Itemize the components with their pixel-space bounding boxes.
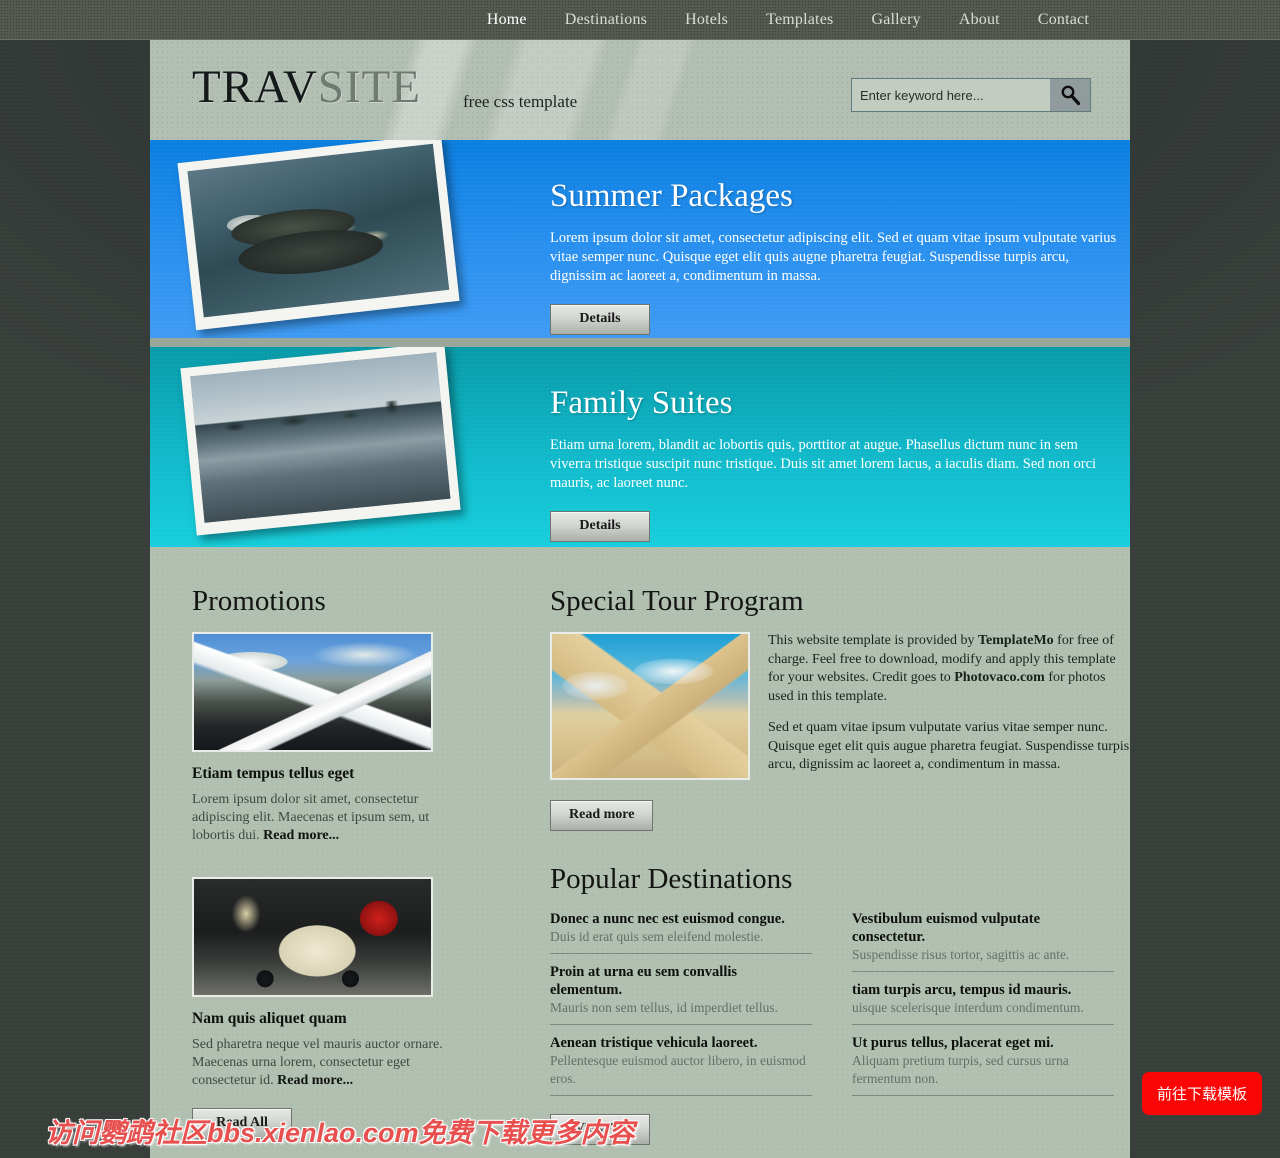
photo-inner bbox=[190, 352, 451, 523]
destination-title: tiam turpis arcu, tempus id mauris. bbox=[852, 981, 1072, 998]
destination-desc: Mauris non sem tellus, id imperdiet tell… bbox=[550, 999, 778, 1015]
destination-item[interactable]: Vestibulum euismod vulputate consectetur… bbox=[852, 910, 1114, 972]
banner-summer-packages: Summer Packages Lorem ipsum dolor sit am… bbox=[150, 140, 1130, 338]
search-box bbox=[851, 78, 1091, 112]
templatemo-link[interactable]: TemplateMo bbox=[978, 633, 1054, 648]
banner-family-suites: Family Suites Etiam urna lorem, blandit … bbox=[150, 347, 1130, 547]
destination-title: Ut purus tellus, placerat eget mi. bbox=[852, 1034, 1054, 1051]
photo-inner bbox=[187, 143, 450, 318]
nav-item-contact[interactable]: Contact bbox=[1019, 0, 1108, 40]
banner-2-details-button[interactable]: Details bbox=[550, 511, 650, 542]
destination-title: Donec a nunc nec est euismod congue. bbox=[550, 910, 785, 927]
destinations-grid: Donec a nunc nec est euismod congue. Dui… bbox=[550, 910, 1130, 1105]
search-button[interactable] bbox=[1050, 79, 1090, 111]
tour-text: This website template is provided by Tem… bbox=[768, 632, 1130, 788]
destination-desc: Suspendisse risus tortor, sagittis ac an… bbox=[852, 946, 1070, 962]
promotions-button-row: Read All bbox=[192, 1108, 467, 1139]
read-more-button[interactable]: Read more bbox=[550, 799, 654, 831]
tour-p1-part1: This website template is provided by bbox=[768, 633, 978, 648]
destination-desc: Aliquam pretium turpis, sed cursus urna … bbox=[852, 1052, 1069, 1086]
promotion-item-desc: Sed pharetra neque vel mauris auctor orn… bbox=[192, 1036, 467, 1090]
banner-2-paragraph: Etiam urna lorem, blandit ac lobortis qu… bbox=[550, 437, 1097, 491]
right-column: Special Tour Program This website templa… bbox=[550, 585, 1130, 1145]
destination-desc: uisque scelerisque interdum condimentum. bbox=[852, 999, 1084, 1015]
destinations-button-row: View All bbox=[550, 1113, 1130, 1145]
promotion-item-title: Etiam tempus tellus eget bbox=[192, 765, 355, 782]
destination-item[interactable]: Donec a nunc nec est euismod congue. Dui… bbox=[550, 910, 812, 954]
top-navigation-bar: Home Destinations Hotels Templates Galle… bbox=[0, 0, 1280, 40]
site-logo[interactable]: TRAVSITE bbox=[192, 60, 421, 114]
banner-1-details-button[interactable]: Details bbox=[550, 304, 650, 335]
destinations-heading: Popular Destinations bbox=[550, 862, 793, 895]
logo-primary-text: TRAV bbox=[192, 61, 318, 113]
banner-2-title: Family Suites bbox=[550, 385, 733, 421]
nav-item-home[interactable]: Home bbox=[468, 0, 546, 40]
snow-mountain-photo[interactable] bbox=[192, 632, 433, 752]
banner-1-paragraph: Lorem ipsum dolor sit amet, consectetur … bbox=[550, 230, 1117, 284]
tour-row: This website template is provided by Tem… bbox=[550, 632, 1130, 788]
promotion-item: Nam quis aliquet quam Sed pharetra neque… bbox=[192, 877, 467, 1090]
promotion-item-readmore[interactable]: Read more... bbox=[277, 1073, 353, 1088]
aerial-island-photo bbox=[177, 140, 460, 331]
promotions-column: Promotions Etiam tempus tellus eget Lore… bbox=[192, 585, 467, 1139]
site-header: TRAVSITE free css template bbox=[150, 40, 1130, 140]
download-template-button[interactable]: 前往下载模板 bbox=[1141, 1072, 1262, 1115]
read-all-button[interactable]: Read All bbox=[192, 1108, 292, 1139]
banner-divider bbox=[150, 338, 1130, 347]
nav-item-gallery[interactable]: Gallery bbox=[852, 0, 939, 40]
promotion-item-desc: Lorem ipsum dolor sit amet, consectetur … bbox=[192, 791, 467, 845]
destinations-right-column: Vestibulum euismod vulputate consectetur… bbox=[852, 910, 1114, 1105]
search-icon bbox=[1061, 85, 1081, 106]
site-wrapper: TRAVSITE free css template Summer Packag… bbox=[150, 40, 1130, 1158]
destination-item[interactable]: tiam turpis arcu, tempus id mauris. uisq… bbox=[852, 981, 1114, 1025]
promotions-heading: Promotions bbox=[192, 585, 326, 617]
search-input[interactable] bbox=[852, 79, 1050, 111]
tour-button-row: Read more bbox=[550, 799, 1130, 831]
promotion-item-readmore[interactable]: Read more... bbox=[263, 828, 339, 843]
view-all-button[interactable]: View All bbox=[550, 1113, 650, 1145]
banner-1-text: Summer Packages Lorem ipsum dolor sit am… bbox=[550, 178, 1130, 335]
destination-title: Vestibulum euismod vulputate consectetur… bbox=[852, 910, 1041, 945]
main-content: Promotions Etiam tempus tellus eget Lore… bbox=[150, 547, 1130, 1158]
banner-1-title: Summer Packages bbox=[550, 178, 793, 214]
destination-desc: Duis id erat quis sem eleifend molestie. bbox=[550, 928, 764, 944]
scooter-photo[interactable] bbox=[192, 877, 433, 997]
nav-item-hotels[interactable]: Hotels bbox=[666, 0, 747, 40]
page-root: Home Destinations Hotels Templates Galle… bbox=[0, 0, 1280, 1158]
banner-2-text: Family Suites Etiam urna lorem, blandit … bbox=[550, 385, 1130, 542]
destination-item[interactable]: Ut purus tellus, placerat eget mi. Aliqu… bbox=[852, 1034, 1114, 1096]
destination-title: Proin at urna eu sem convallis elementum… bbox=[550, 963, 738, 998]
nav-item-destinations[interactable]: Destinations bbox=[546, 0, 666, 40]
site-tagline: free css template bbox=[463, 92, 578, 111]
waterfront-photo bbox=[180, 347, 461, 536]
destination-item[interactable]: Aenean tristique vehicula laoreet. Pelle… bbox=[550, 1034, 812, 1096]
destination-title: Aenean tristique vehicula laoreet. bbox=[550, 1034, 758, 1051]
nav-item-about[interactable]: About bbox=[940, 0, 1019, 40]
tour-paragraph-2: Sed et quam vitae ipsum vulputate varius… bbox=[768, 720, 1130, 772]
promotion-item-title: Nam quis aliquet quam bbox=[192, 1010, 347, 1027]
promotion-item: Etiam tempus tellus eget Lorem ipsum dol… bbox=[192, 632, 467, 845]
photovaco-link[interactable]: Photovaco.com bbox=[954, 670, 1045, 685]
destinations-left-column: Donec a nunc nec est euismod congue. Dui… bbox=[550, 910, 812, 1105]
nav-items-container: Home Destinations Hotels Templates Galle… bbox=[150, 0, 1130, 40]
destination-item[interactable]: Proin at urna eu sem convallis elementum… bbox=[550, 963, 812, 1025]
tour-paragraph-1: This website template is provided by Tem… bbox=[768, 632, 1130, 706]
tour-heading: Special Tour Program bbox=[550, 585, 804, 617]
nav-item-templates[interactable]: Templates bbox=[747, 0, 852, 40]
pyramids-photo[interactable] bbox=[550, 632, 750, 780]
logo-secondary-text: SITE bbox=[317, 61, 422, 113]
destination-desc: Pellentesque euismod auctor libero, in e… bbox=[550, 1052, 806, 1086]
